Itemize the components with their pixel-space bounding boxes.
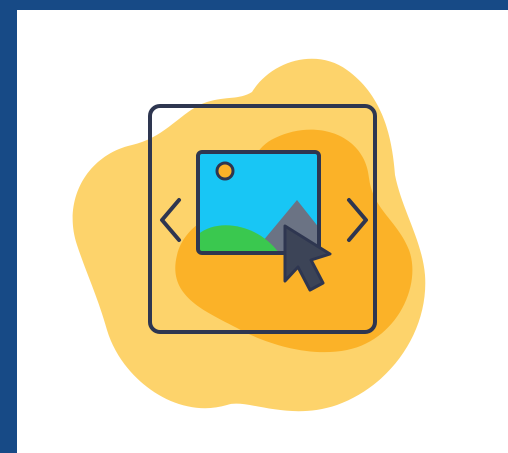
outer-frame <box>0 0 508 453</box>
illustration-card <box>17 10 508 453</box>
sun-icon <box>215 161 235 181</box>
image-carousel-icon <box>72 58 426 412</box>
image-icon <box>196 150 321 255</box>
